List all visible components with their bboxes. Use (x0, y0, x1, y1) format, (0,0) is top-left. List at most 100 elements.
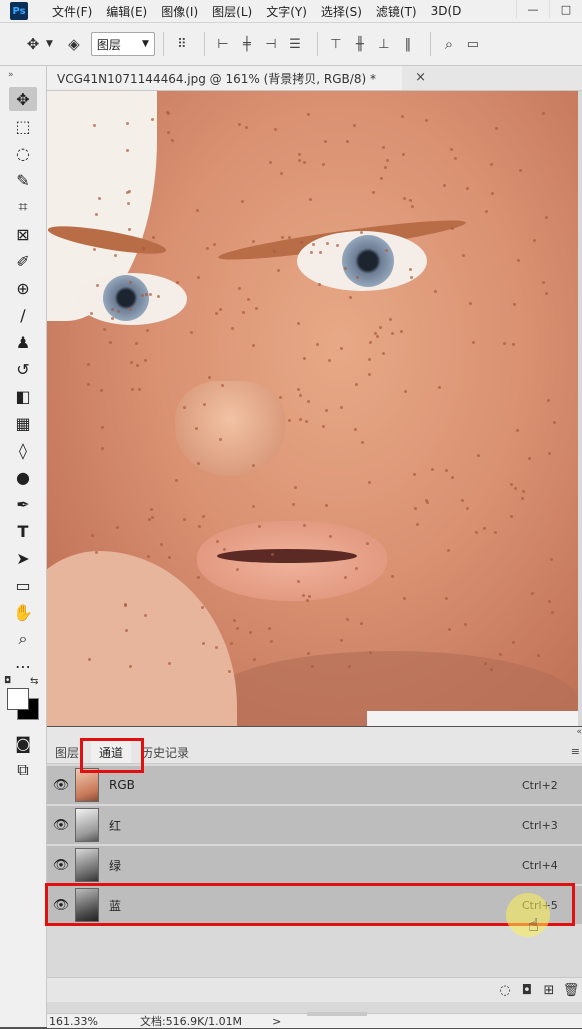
screen-mode-icon[interactable]: ⧉ (9, 758, 37, 782)
align-top-icon[interactable]: ⊤ (326, 33, 346, 55)
more-tools-icon[interactable]: ⋯ (9, 654, 37, 678)
collapse-toolbar-icon[interactable]: » (0, 66, 46, 84)
photo-freckle (366, 542, 369, 545)
zoom-tool-icon[interactable]: ⌕ (9, 627, 37, 651)
search-icon[interactable]: ⌕ (439, 33, 459, 55)
menu-image[interactable]: 图像(I) (161, 3, 198, 20)
stamp-tool-icon[interactable]: ♟ (9, 330, 37, 354)
menu-3d[interactable]: 3D(D (431, 4, 462, 18)
blur-tool-icon[interactable]: ◊ (9, 438, 37, 462)
minimize-button[interactable]: — (516, 0, 549, 18)
photo-freckle (157, 295, 160, 298)
delete-channel-icon[interactable]: 🗑 (560, 983, 582, 998)
align-vcenter-icon[interactable]: ╫ (350, 33, 370, 55)
eyedropper-tool-icon[interactable]: ✐ (9, 249, 37, 273)
visibility-eye-icon[interactable]: 👁 (47, 778, 75, 793)
photo-freckle (131, 388, 134, 391)
photo-freckle (404, 390, 407, 393)
photo-freckle (135, 342, 138, 345)
eraser-tool-icon[interactable]: ◧ (9, 384, 37, 408)
history-brush-tool-icon[interactable]: ↺ (9, 357, 37, 381)
photo-freckle (249, 631, 252, 634)
type-tool-icon[interactable]: T (9, 519, 37, 543)
horizontal-scrollbar[interactable] (307, 1012, 367, 1016)
menu-layer[interactable]: 图层(L) (212, 3, 252, 20)
photo-freckle (230, 642, 233, 645)
photo-freckle (512, 641, 515, 644)
photo-freckle (344, 576, 347, 579)
move-icon[interactable]: ✥ (22, 33, 44, 55)
dodge-tool-icon[interactable]: ● (9, 465, 37, 489)
align-hcenter-icon[interactable]: ╪ (237, 33, 257, 55)
menu-edit[interactable]: 编辑(E) (106, 3, 147, 20)
photo-freckle (141, 294, 144, 297)
chevron-down-icon[interactable]: ▼ (46, 39, 53, 49)
healing-tool-icon[interactable]: ⊕ (9, 276, 37, 300)
visibility-eye-icon[interactable]: 👁 (47, 858, 75, 873)
distribute-icon[interactable]: ☰ (285, 33, 305, 55)
transform-controls-icon[interactable]: ⠿ (172, 33, 192, 55)
tab-layers[interactable]: 图层 (55, 741, 79, 763)
foreground-color-swatch[interactable] (7, 688, 29, 710)
distribute-vertical-icon[interactable]: ‖ (398, 33, 418, 55)
crop-tool-icon[interactable]: ⌗ (9, 195, 37, 219)
menu-select[interactable]: 选择(S) (321, 3, 362, 20)
tab-channels[interactable]: 通道 (91, 741, 132, 763)
maximize-button[interactable]: □ (549, 0, 582, 18)
channel-row-green[interactable]: 👁 绿 Ctrl+4 (47, 846, 582, 886)
photo-freckle (202, 642, 205, 645)
photo-freckle (522, 490, 525, 493)
photo-freckle (152, 236, 155, 239)
align-right-icon[interactable]: ⊣ (261, 33, 281, 55)
gradient-tool-icon[interactable]: ▦ (9, 411, 37, 435)
tools-panel: » ✥ ⬚ ◌ ✎ ⌗ ⊠ ✐ ⊕ ∕ ♟ ↺ ◧ ▦ ◊ ● ✒ T ➤ ▭ … (0, 66, 47, 1027)
close-tab-icon[interactable]: × (415, 70, 426, 85)
photo-freckle (294, 486, 297, 489)
auto-select-target-dropdown[interactable]: 图层 ▼ (90, 32, 155, 56)
marquee-tool-icon[interactable]: ⬚ (9, 114, 37, 138)
menu-filter[interactable]: 滤镜(T) (376, 3, 417, 20)
photo-freckle (403, 197, 406, 200)
channel-row-blue[interactable]: 👁 蓝 Ctrl+5 (47, 886, 582, 926)
path-select-tool-icon[interactable]: ➤ (9, 546, 37, 570)
document-tab[interactable]: VCG41N1071144464.jpg @ 161% (背景拷贝, RGB/8… (47, 66, 426, 90)
quick-mask-icon[interactable]: ◙ (9, 731, 37, 755)
photo-freckle (228, 670, 231, 673)
align-bottom-icon[interactable]: ⊥ (374, 33, 394, 55)
default-colors-icon[interactable]: ◘ (4, 676, 11, 686)
panel-menu-icon[interactable]: ≡ (571, 745, 580, 758)
menu-type[interactable]: 文字(Y) (266, 3, 307, 20)
swap-colors-icon[interactable]: ⇆ (30, 676, 38, 687)
status-menu-arrow[interactable]: > (272, 1015, 281, 1028)
move-tool-icon[interactable]: ✥ (9, 87, 37, 111)
align-left-icon[interactable]: ⊢ (213, 33, 233, 55)
document-canvas[interactable] (47, 91, 578, 726)
quick-select-tool-icon[interactable]: ✎ (9, 168, 37, 192)
photo-freckle (144, 359, 147, 362)
menu-file[interactable]: 文件(F) (52, 3, 92, 20)
tab-history[interactable]: 历史记录 (141, 741, 189, 763)
photo-freckle (368, 373, 371, 376)
new-channel-icon[interactable]: ⊞ (538, 983, 560, 998)
zoom-level[interactable]: 161.33% (49, 1015, 98, 1028)
hand-tool-icon[interactable]: ✋ (9, 600, 37, 624)
visibility-eye-icon[interactable]: 👁 (47, 818, 75, 833)
workspace-icon[interactable]: ▭ (463, 33, 483, 55)
pen-tool-icon[interactable]: ✒ (9, 492, 37, 516)
photo-freckle (374, 332, 377, 335)
panel-collapse-strip[interactable]: « (47, 727, 582, 741)
brush-tool-icon[interactable]: ∕ (9, 303, 37, 327)
load-selection-icon[interactable]: ◌ (494, 983, 516, 998)
auto-select-icon[interactable]: ◈ (63, 33, 85, 55)
photo-freckle (196, 209, 199, 212)
photo-freckle (101, 447, 104, 450)
lasso-tool-icon[interactable]: ◌ (9, 141, 37, 165)
photo-freckle (475, 531, 478, 534)
channel-row-rgb[interactable]: 👁 RGB Ctrl+2 (47, 766, 582, 806)
canvas-vertical-scrollbar[interactable] (578, 91, 582, 726)
visibility-eye-icon[interactable]: 👁 (47, 898, 75, 913)
channel-row-red[interactable]: 👁 红 Ctrl+3 (47, 806, 582, 846)
rectangle-tool-icon[interactable]: ▭ (9, 573, 37, 597)
save-selection-icon[interactable]: ◘ (516, 983, 538, 998)
frame-tool-icon[interactable]: ⊠ (9, 222, 37, 246)
